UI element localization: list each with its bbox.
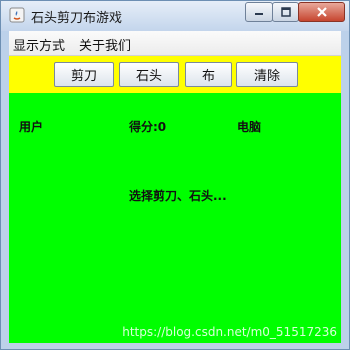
title-bar[interactable]: 石头剪刀布游戏 [1,1,349,31]
user-label: 用户 [19,120,44,134]
menu-about-us[interactable]: 关于我们 [79,35,131,54]
button-panel: 剪刀 石头 布 清除 [9,56,341,93]
maximize-icon [280,7,291,17]
window-title: 石头剪刀布游戏 [31,11,123,26]
scissors-button[interactable]: 剪刀 [54,62,114,87]
clear-button[interactable]: 清除 [236,62,298,87]
rock-button[interactable]: 石头 [119,62,179,87]
java-app-icon [9,7,25,23]
close-icon [316,7,327,17]
paper-button[interactable]: 布 [185,62,232,87]
minimize-button[interactable] [245,2,273,22]
app-window: 石头剪刀布游戏 显示方式 关于我们 剪刀 石头 布 清除 用户 得分:0 电脑 … [0,0,350,350]
minimize-icon [255,13,263,15]
maximize-button[interactable] [272,2,299,22]
menu-bar: 显示方式 关于我们 [9,31,341,56]
game-panel: 用户 得分:0 电脑 选择剪刀、石头... https://blog.csdn.… [9,93,341,343]
status-text: 选择剪刀、石头... [129,189,227,203]
menu-display-mode[interactable]: 显示方式 [13,35,65,54]
computer-label: 电脑 [237,120,262,134]
score-label: 得分:0 [129,120,167,134]
watermark: https://blog.csdn.net/m0_51517236 [122,325,337,339]
close-button[interactable] [298,2,345,22]
